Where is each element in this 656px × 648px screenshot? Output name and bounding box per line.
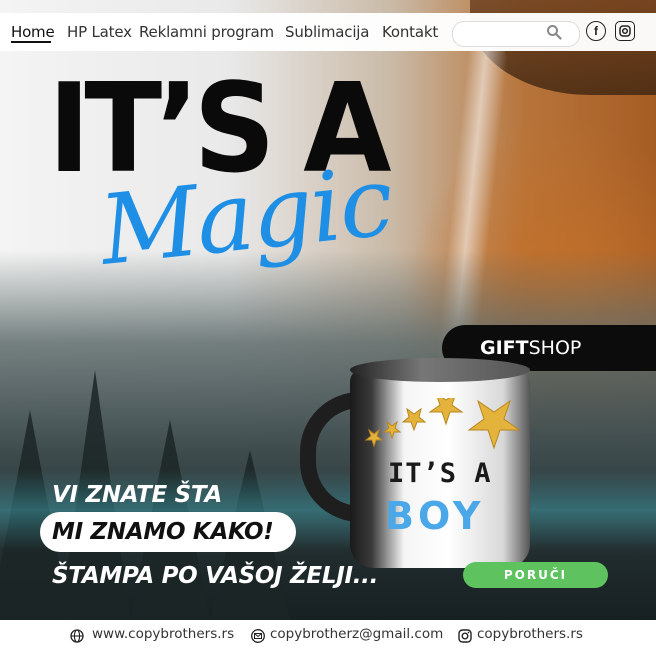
search-icon[interactable] (546, 24, 562, 40)
nav-item-home[interactable]: Home (11, 23, 55, 41)
footer-instagram-link[interactable]: copybrothers.rs (477, 626, 583, 642)
slogan-line-1: VI ZNATE ŠTA (52, 482, 222, 508)
facebook-icon[interactable]: f (586, 21, 606, 41)
footer-email-link[interactable]: copybrotherz@gmail.com (270, 626, 443, 642)
instagram-icon (458, 629, 472, 643)
nav-item-hp-latex[interactable]: HP Latex (67, 23, 132, 41)
nav-item-sublimacija[interactable]: Sublimacija (285, 23, 369, 41)
nav-item-kontakt[interactable]: Kontakt (382, 23, 438, 41)
giftshop-badge-light: SHOP (528, 337, 582, 359)
mug-rim (350, 358, 530, 382)
nav-item-reklamni-program[interactable]: Reklamni program (139, 23, 274, 41)
instagram-icon[interactable] (615, 21, 635, 41)
active-nav-underline (11, 41, 51, 43)
mug-print-its-a: IT’S A (388, 458, 492, 489)
mug-print-boy: BOY (385, 494, 485, 538)
gold-stars-decoration (364, 398, 521, 450)
giftshop-badge-bold: GIFT (480, 337, 529, 359)
order-button[interactable]: PORUČI (463, 562, 608, 588)
slogan-line-2: MI ZNAMO KAKO! (52, 519, 274, 545)
globe-icon (70, 629, 84, 643)
mail-icon (251, 629, 265, 643)
slogan-line-3: ŠTAMPA PO VAŠOJ ŽELJI... (52, 563, 379, 589)
footer-website-link[interactable]: www.copybrothers.rs (92, 626, 234, 642)
